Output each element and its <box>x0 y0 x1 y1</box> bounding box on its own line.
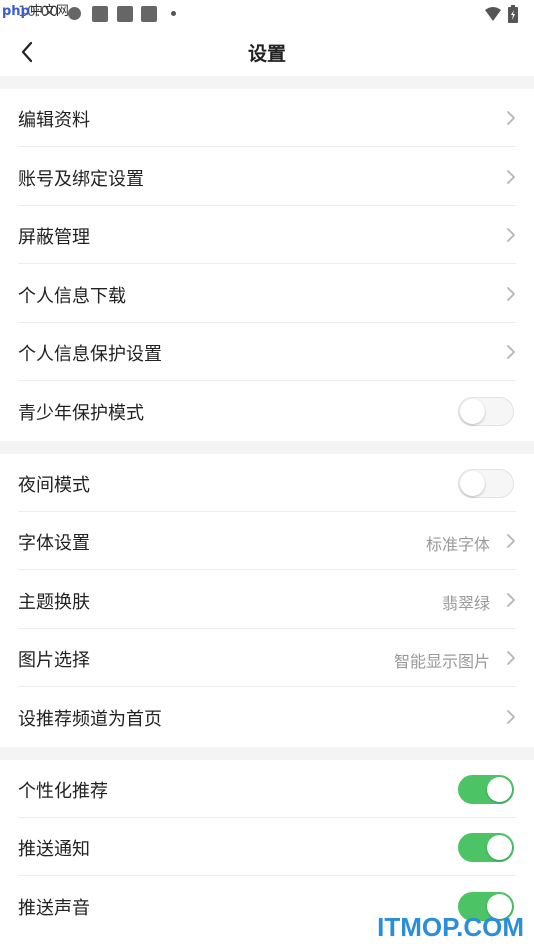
settings-row-label: 字体设置 <box>18 533 90 555</box>
wifi-icon <box>485 7 501 21</box>
settings-row-label: 主题换肤 <box>18 591 90 613</box>
settings-row-label: 编辑资料 <box>18 110 90 131</box>
settings-row-label: 屏蔽管理 <box>18 227 90 249</box>
toggle-knob <box>460 399 485 424</box>
settings-row[interactable]: 屏蔽管理 <box>0 206 534 265</box>
logo-text: php <box>2 4 30 19</box>
chevron-right-icon <box>507 111 515 125</box>
chevron-right-icon <box>507 534 515 549</box>
toggle-knob <box>487 776 512 802</box>
settings-row[interactable]: 设推荐频道为首页 <box>0 688 534 746</box>
settings-row[interactable]: 个人信息下载 <box>0 264 534 323</box>
section-gap <box>0 746 534 760</box>
toggle-switch[interactable] <box>458 397 514 426</box>
settings-row-label: 个人信息下载 <box>18 285 126 307</box>
settings-row-label: 夜间模式 <box>18 474 90 496</box>
square-icon <box>141 6 157 22</box>
battery-icon <box>508 5 518 23</box>
settings-row-value: 翡翠绿 <box>441 593 490 613</box>
chevron-right-icon <box>507 169 515 184</box>
square-icon <box>117 6 133 22</box>
toggle-knob <box>487 835 512 861</box>
settings-row[interactable]: 个人信息保护设置 <box>0 323 534 382</box>
section-gap <box>0 440 534 454</box>
toggle-knob <box>460 470 485 496</box>
status-bar: 10:00 php中文网 <box>0 0 534 28</box>
chevron-right-icon <box>507 228 515 243</box>
watermark: ITMOP.COM <box>377 912 524 942</box>
toggle-switch[interactable] <box>458 774 514 804</box>
settings-row[interactable]: 编辑资料 <box>0 89 534 147</box>
section-gap <box>0 76 534 89</box>
chevron-right-icon <box>507 286 515 301</box>
settings-row[interactable]: 青少年保护模式 <box>0 382 534 440</box>
settings-row[interactable]: 账号及绑定设置 <box>0 147 534 206</box>
chevron-right-icon <box>507 651 515 666</box>
chevron-right-icon <box>507 345 515 360</box>
settings-row-label: 图片选择 <box>18 650 90 672</box>
notification-icon <box>68 7 81 20</box>
php-logo: php中文网 <box>2 0 69 19</box>
settings-row[interactable]: 推送通知 <box>0 818 534 877</box>
dot-icon <box>171 11 176 16</box>
chevron-right-icon <box>507 592 515 607</box>
page-title: 设置 <box>247 43 286 65</box>
settings-row-label: 个人信息保护设置 <box>18 344 162 366</box>
settings-row[interactable]: 图片选择 智能显示图片 <box>0 629 534 688</box>
settings-row[interactable]: 夜间模式 <box>0 453 534 512</box>
settings-row-label: 设推荐频道为首页 <box>18 709 162 730</box>
square-icon <box>92 6 108 22</box>
settings-row-label: 青少年保护模式 <box>18 403 144 424</box>
settings-row-label: 推送通知 <box>18 839 90 861</box>
logo-cn-text: 中文网 <box>29 4 69 19</box>
settings-row-label: 推送声音 <box>18 897 90 919</box>
toggle-switch[interactable] <box>458 833 514 863</box>
chevron-right-icon <box>507 710 515 724</box>
settings-row[interactable]: 字体设置 标准字体 <box>0 512 534 571</box>
nav-bar: 设置 <box>0 28 534 76</box>
settings-row-label: 个性化推荐 <box>18 780 108 802</box>
toggle-switch[interactable] <box>458 468 514 498</box>
settings-row[interactable]: 个性化推荐 <box>0 759 534 818</box>
settings-row-value: 标准字体 <box>425 535 490 555</box>
settings-row-label: 账号及绑定设置 <box>18 168 144 190</box>
settings-row[interactable]: 主题换肤 翡翠绿 <box>0 570 534 629</box>
settings-row-value: 智能显示图片 <box>393 652 490 672</box>
